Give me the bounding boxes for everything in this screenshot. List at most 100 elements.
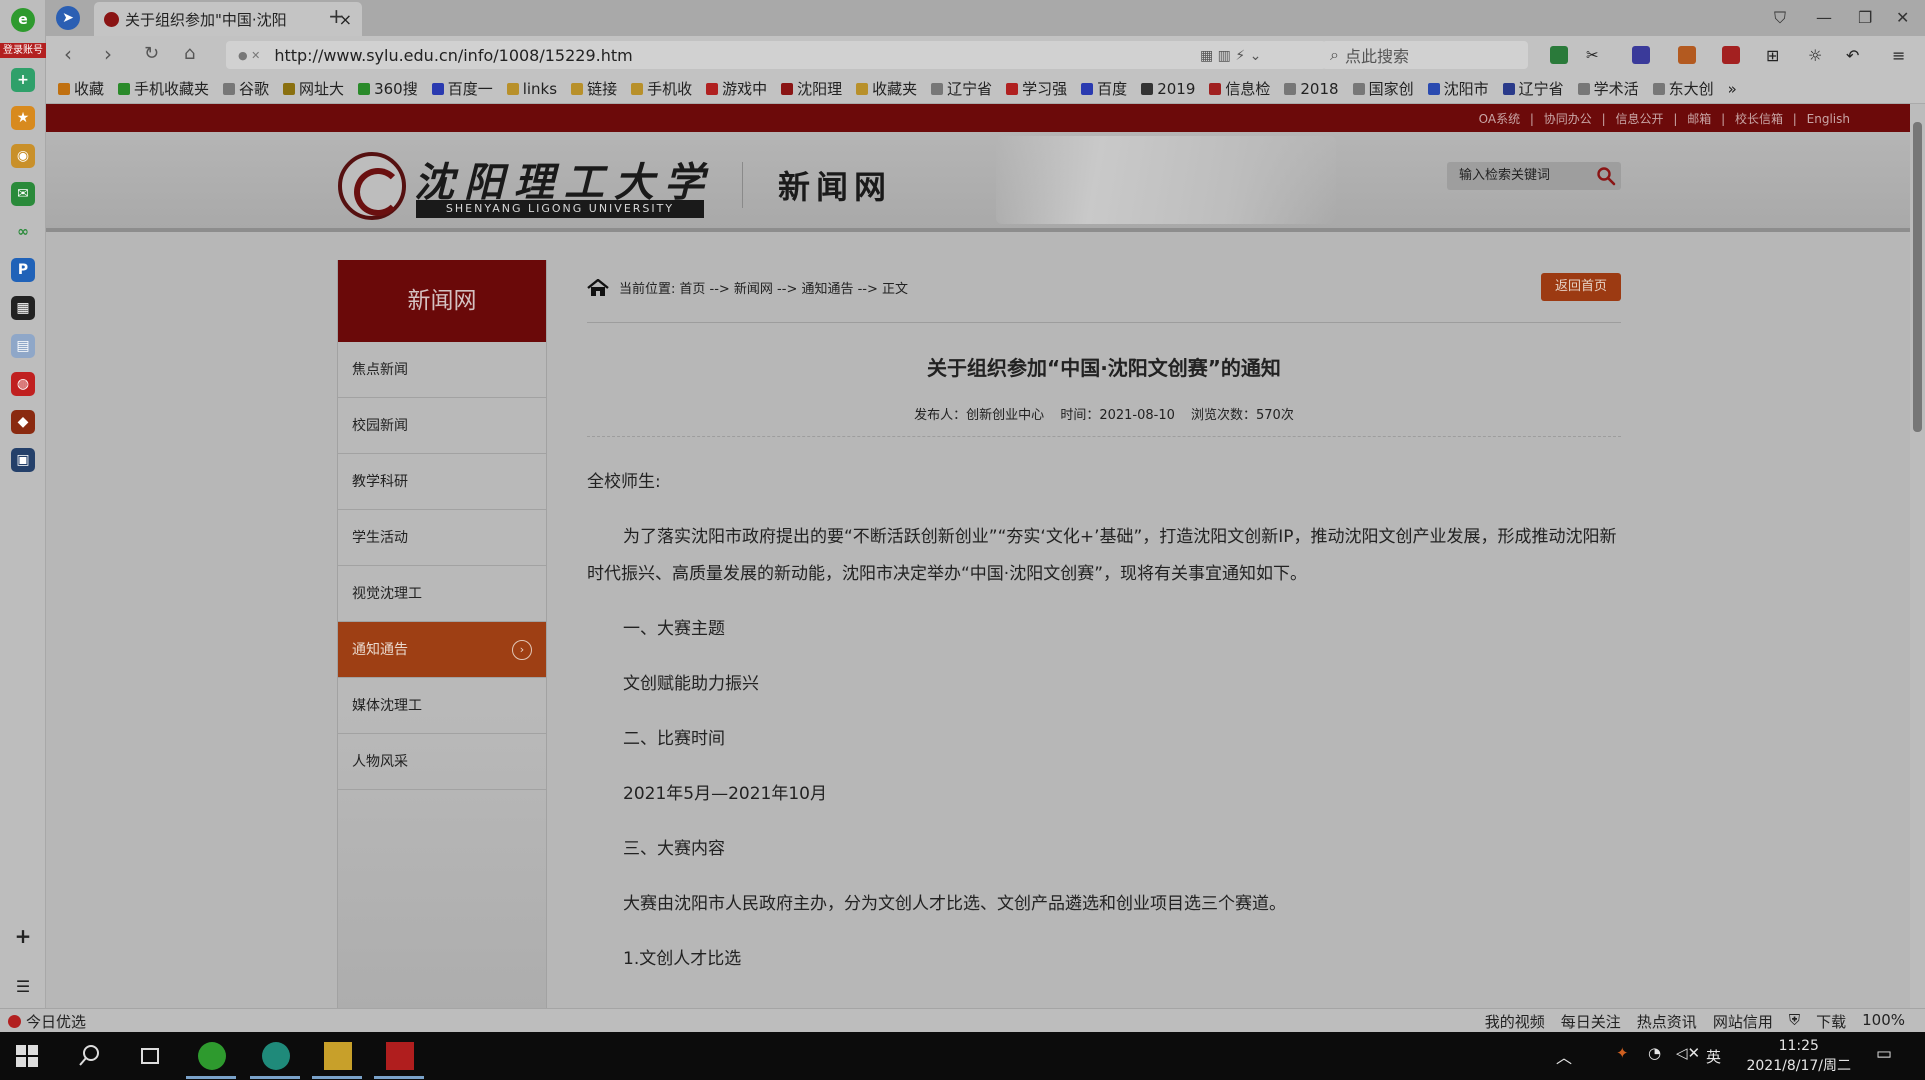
side-add-icon[interactable]: + xyxy=(11,924,35,948)
gamepad-icon[interactable] xyxy=(1722,46,1740,64)
daily-focus-link[interactable]: 每日关注 xyxy=(1561,1011,1621,1032)
task-view-icon[interactable] xyxy=(136,1042,164,1070)
shield-icon[interactable]: ⛨ xyxy=(1789,1011,1800,1032)
page-scrollbar[interactable] xyxy=(1910,104,1925,1008)
bookmark-item[interactable]: 网址大 xyxy=(283,78,344,99)
notifications-icon[interactable]: ▭ xyxy=(1876,1044,1892,1064)
reader-mode-icon[interactable]: ▦ ▥ ⚡ ⌄ xyxy=(1200,46,1261,66)
side-app-icon-dark[interactable]: ▦ xyxy=(11,296,35,320)
bookmark-folder[interactable]: 链接 xyxy=(571,78,617,99)
system-clock[interactable]: 11:25 2021/8/17/周二 xyxy=(1746,1036,1851,1076)
bookmark-item[interactable]: 沈阳市 xyxy=(1427,78,1489,99)
site-credit-link[interactable]: 网站信用 xyxy=(1713,1011,1773,1032)
side-weibo-icon[interactable]: ◉ xyxy=(11,144,35,168)
top-link-president[interactable]: 校长信箱 xyxy=(1735,112,1783,126)
bookmark-item[interactable]: 谷歌 xyxy=(223,78,269,99)
side-game-icon[interactable]: ◆ xyxy=(11,410,35,434)
sidebar-item-student-activities[interactable]: 学生活动 xyxy=(338,510,546,566)
bookmarks-overflow[interactable]: » xyxy=(1728,80,1737,98)
side-mail-icon[interactable]: ✉ xyxy=(11,182,35,206)
login-badge[interactable]: 登录账号 xyxy=(0,43,46,58)
home-icon[interactable]: ⌂ xyxy=(184,44,195,64)
my-videos-link[interactable]: 我的视频 xyxy=(1485,1011,1545,1032)
bookmark-item[interactable]: 收藏 xyxy=(58,78,104,99)
brightness-icon[interactable]: ☼ xyxy=(1808,46,1826,65)
browser-logo-icon[interactable]: e xyxy=(11,8,35,32)
minimize-icon[interactable]: — xyxy=(1816,8,1832,27)
bookmark-item[interactable]: 国家创 xyxy=(1352,78,1414,99)
side-app-icon-1[interactable]: + xyxy=(11,68,35,92)
bookmark-item[interactable]: 手机收藏夹 xyxy=(118,78,209,99)
windows-start-icon[interactable] xyxy=(16,1045,38,1067)
bookmark-item[interactable]: 辽宁省 xyxy=(1502,78,1564,99)
reload-icon[interactable]: ↻ xyxy=(144,44,159,64)
globe-app-icon[interactable] xyxy=(262,1042,290,1070)
sidebar-item-visual[interactable]: 视觉沈理工 xyxy=(338,566,546,622)
bookmark-item[interactable]: 百度 xyxy=(1081,78,1127,99)
tshirt-skin-icon[interactable]: ⛉ xyxy=(1774,8,1786,28)
side-app-icon-red[interactable]: ◍ xyxy=(11,372,35,396)
top-link-info[interactable]: 信息公开 xyxy=(1616,112,1664,126)
side-favorites-icon[interactable]: ★ xyxy=(11,106,35,130)
browser-search-input[interactable]: ⌕ 点此搜索 xyxy=(1322,41,1528,69)
top-link-office[interactable]: 协同办公 xyxy=(1544,112,1592,126)
breadcrumb-path[interactable]: 首页 --> 新闻网 --> 通知通告 --> 正文 xyxy=(679,278,908,297)
chevron-up-icon[interactable]: ︿ xyxy=(1556,1044,1572,1068)
bookmark-item[interactable]: 辽宁省 xyxy=(931,78,992,99)
restore-icon[interactable]: ❐ xyxy=(1858,8,1872,27)
main-menu-icon[interactable]: ≡ xyxy=(1892,46,1910,65)
network-icon[interactable]: ◔ xyxy=(1648,1044,1661,1062)
bookmark-item[interactable]: 2018 xyxy=(1284,80,1339,98)
bookmark-item[interactable]: 东大创 xyxy=(1652,78,1714,99)
sidebar-item-media[interactable]: 媒体沈理工 xyxy=(338,678,546,734)
university-seal-icon[interactable] xyxy=(338,152,406,220)
scrollbar-thumb[interactable] xyxy=(1913,122,1922,432)
sidebar-item-campus-news[interactable]: 校园新闻 xyxy=(338,398,546,454)
back-home-button[interactable]: 返回首页 xyxy=(1541,273,1621,301)
sidebar-item-notices[interactable]: 通知通告 › xyxy=(338,622,546,678)
hot-news-link[interactable]: 热点资讯 xyxy=(1637,1011,1697,1032)
side-app-icon-p[interactable]: P xyxy=(11,258,35,282)
new-tab-button[interactable]: + xyxy=(328,4,345,28)
back-icon[interactable]: ‹ xyxy=(64,44,72,64)
zoom-level[interactable]: 100% xyxy=(1862,1011,1905,1032)
input-method-indicator[interactable]: 英 xyxy=(1706,1046,1721,1067)
bookmark-item[interactable]: 信息检 xyxy=(1209,78,1270,99)
bookmark-item[interactable]: 游戏中 xyxy=(706,78,767,99)
sidebar-item-focus-news[interactable]: 焦点新闻 xyxy=(338,342,546,398)
top-link-mail[interactable]: 邮箱 xyxy=(1687,112,1711,126)
navigation-compass-icon[interactable]: ➤ xyxy=(56,6,80,30)
tray-app-icon[interactable]: ✦ xyxy=(1616,1044,1629,1062)
bookmark-item[interactable]: 2019 xyxy=(1141,80,1195,98)
volume-muted-icon[interactable]: ◁✕ xyxy=(1676,1044,1700,1062)
side-doc-icon[interactable]: ▤ xyxy=(11,334,35,358)
translate-icon[interactable] xyxy=(1632,46,1650,64)
bookmark-item[interactable]: 学习强 xyxy=(1006,78,1067,99)
file-explorer-icon[interactable] xyxy=(324,1042,352,1070)
download-link[interactable]: 下载 xyxy=(1816,1011,1846,1032)
side-menu-icon[interactable]: ☰ xyxy=(11,974,35,998)
today-picks[interactable]: 今日优选 xyxy=(8,1011,86,1032)
search-icon[interactable] xyxy=(76,1042,104,1070)
undo-icon[interactable]: ↶ xyxy=(1846,46,1864,65)
bookmark-item[interactable]: 百度一 xyxy=(431,78,493,99)
apps-grid-icon[interactable]: ⊞ xyxy=(1766,46,1784,65)
shield-extension-icon[interactable] xyxy=(1678,46,1696,64)
scissors-icon[interactable]: ✂ xyxy=(1586,46,1604,64)
side-cloud-icon[interactable]: ∞ xyxy=(11,220,35,244)
site-search-icon[interactable] xyxy=(1596,166,1616,186)
bookmark-folder[interactable]: 手机收 xyxy=(631,78,692,99)
top-link-oa[interactable]: OA系统 xyxy=(1479,112,1520,126)
bookmark-item[interactable]: 360搜 xyxy=(358,78,418,99)
bookmark-item[interactable]: 学术活 xyxy=(1577,78,1639,99)
side-app-icon-blue[interactable]: ▣ xyxy=(11,448,35,472)
url-input[interactable]: ● ✕ http://www.sylu.edu.cn/info/1008/152… xyxy=(226,41,1326,69)
sidebar-item-people[interactable]: 人物风采 xyxy=(338,734,546,790)
wps-office-icon[interactable] xyxy=(386,1042,414,1070)
bookmark-folder[interactable]: 收藏夹 xyxy=(856,78,917,99)
forward-icon[interactable]: › xyxy=(104,44,112,64)
tab-active[interactable]: 关于组织参加"中国·沈阳 × xyxy=(94,2,362,36)
browser-taskbar-icon[interactable] xyxy=(198,1042,226,1070)
site-security-icon[interactable]: ● ✕ xyxy=(238,49,260,62)
sidebar-item-research[interactable]: 教学科研 xyxy=(338,454,546,510)
